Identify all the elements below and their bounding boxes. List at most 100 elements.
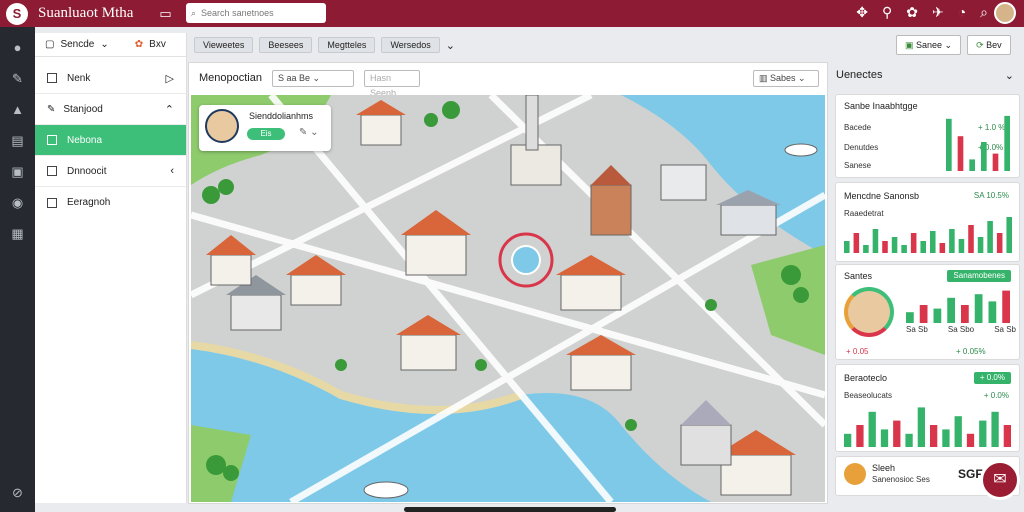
card-value: + 0.05: [846, 347, 869, 356]
profile-title: Sienddolianhms: [249, 111, 314, 121]
bar: [920, 241, 926, 253]
tools-icon[interactable]: ✎: [0, 63, 35, 94]
chevron-down-icon[interactable]: ⌄: [100, 39, 108, 50]
bar: [863, 245, 869, 253]
profile-popup[interactable]: Sienddolianhms Eis ✎ ⌄: [199, 105, 331, 151]
square-icon: [47, 73, 57, 83]
edit-icon[interactable]: ✎ ⌄: [299, 127, 319, 138]
sidebar-item-nenk[interactable]: Nenk ▷: [35, 63, 186, 94]
search-input[interactable]: ⌕ Search sanetnoes: [186, 3, 326, 23]
card3-x-labels: Sa Sb Sa Sbo Sa Sb: [906, 325, 1016, 334]
top-search-icon[interactable]: ⌕: [980, 4, 988, 21]
help-icon[interactable]: ⊘: [0, 477, 35, 508]
sidebar-item-label: Eeragnoh: [67, 197, 111, 208]
image-icon[interactable]: ▣: [0, 156, 35, 187]
boat: [784, 143, 818, 157]
filter-chip[interactable]: Beesees: [259, 37, 313, 53]
stats-card-3[interactable]: Santes Sanamobenes Sa Sb Sa Sbo Sa Sb + …: [835, 264, 1020, 360]
sort-select-value: Sabes: [770, 72, 796, 83]
right-panel: Uenectes ⌄ Sanbe Inaabhtgge Bacede Denut…: [832, 60, 1024, 512]
refresh-button-label: Bev: [986, 40, 1002, 50]
secondary-select-value: Hasn Seenb: [370, 72, 397, 98]
sort-select[interactable]: ▥ Sabes ⌄: [753, 69, 819, 87]
card-value: SA 10.5%: [973, 191, 1009, 200]
menu-grid-icon[interactable]: ▭: [159, 6, 171, 22]
boat: [363, 481, 409, 499]
sidebar-item-dnnoocit[interactable]: Dnnoocit ‹: [35, 156, 186, 187]
bar: [930, 231, 936, 253]
bar: [979, 420, 987, 447]
profile-icon[interactable]: ●: [0, 32, 35, 63]
chevron-down-icon[interactable]: ⌄: [446, 39, 455, 52]
bell-icon[interactable]: ◔: [958, 4, 966, 21]
bar: [882, 241, 888, 253]
stats-card-4[interactable]: Beraoteclo + 0.0% Beaseolucats + 0.0%: [835, 364, 1020, 452]
secondary-select[interactable]: Hasn Seenb: [364, 69, 420, 98]
sidebar-item-label: Stanjood: [63, 103, 103, 115]
view-select[interactable]: S aa Be ⌄: [272, 69, 354, 87]
building-icon[interactable]: ▲: [0, 94, 35, 125]
sidebar-item-eeragnoh[interactable]: Eeragnoh: [35, 187, 186, 218]
chat-button[interactable]: ✉: [980, 460, 1020, 500]
app-logo[interactable]: S: [6, 2, 28, 25]
sidebar-menu-icon[interactable]: ▢: [45, 39, 54, 50]
sidebar-header-right[interactable]: Bxv: [149, 39, 166, 50]
sidebar-item-label: Nebona: [67, 134, 103, 146]
card-row-label: Denutdes: [844, 143, 879, 152]
square-icon: [47, 166, 57, 176]
bar: [942, 429, 950, 447]
bar: [961, 305, 969, 323]
plane-icon[interactable]: ✈: [932, 4, 944, 21]
bar: [992, 153, 999, 171]
stats-card-2[interactable]: Mencdne Sanonsb SA 10.5% Raaedetrat: [835, 182, 1020, 262]
card-title: Mencdne Sanonsb: [844, 191, 920, 201]
filter-chip[interactable]: Vieweetes: [194, 37, 254, 53]
briefcase-icon[interactable]: ▦: [0, 218, 35, 249]
filter-button[interactable]: ▣ Sanee ⌄: [896, 35, 962, 55]
bar: [844, 241, 850, 253]
globe-icon[interactable]: ◉: [0, 187, 35, 218]
bar: [919, 305, 928, 323]
user-gauge-avatar: [844, 287, 894, 337]
chat-icon: ✉: [993, 471, 1007, 488]
bar: [933, 308, 942, 323]
card-title: Santes: [844, 271, 873, 281]
city-map[interactable]: Sienddolianhms Eis ✎ ⌄: [191, 95, 825, 502]
sidebar-header-label[interactable]: Sencde: [60, 39, 94, 50]
bar: [891, 237, 898, 253]
document-icon[interactable]: ▤: [0, 125, 35, 156]
grid-icon: ▣: [905, 40, 917, 50]
edit-icon: ✎: [47, 103, 56, 115]
sidebar-item-stanjood[interactable]: ✎ Stanjood ⌃: [35, 94, 186, 125]
bar: [981, 142, 987, 171]
filter-chip[interactable]: Wersedos: [381, 37, 440, 53]
axis-label: Sa Sb: [994, 325, 1016, 334]
bar: [949, 229, 955, 253]
bar: [977, 237, 984, 253]
bar: [988, 301, 997, 323]
sidebar-item-nebona[interactable]: Nebona: [35, 125, 186, 156]
city-map-image: [191, 95, 825, 502]
location-icon[interactable]: ⚲: [882, 4, 892, 21]
icon-rail: ● ✎ ▲ ▤ ▣ ◉ ▦ ⊘: [0, 27, 35, 512]
sidebar-item-label: Nenk: [67, 72, 91, 84]
bar: [991, 411, 999, 447]
bottom-scrollbar[interactable]: [404, 507, 616, 512]
coin-icon: [844, 463, 866, 485]
sidebar: ▢ Sencde ⌄ ✿ Bxv Nenk ▷ ✎ Stanjood ⌃ Nebona…: [35, 33, 187, 503]
apps-icon[interactable]: ✥: [856, 4, 868, 21]
bar: [946, 118, 952, 171]
axis-label: Sa Sbo: [947, 325, 975, 334]
card-title: Sanbe Inaabhtgge: [844, 101, 918, 111]
refresh-icon: ⟳: [976, 40, 987, 50]
play-icon: ▷: [165, 72, 174, 85]
user-avatar[interactable]: [994, 2, 1016, 24]
filter-chip[interactable]: Megtteles: [318, 37, 376, 53]
profile-toggle[interactable]: Eis: [247, 128, 285, 140]
bar: [1003, 425, 1011, 447]
stats-card-1[interactable]: Sanbe Inaabhtgge Bacede Denutdes Sanese …: [835, 94, 1020, 178]
chevron-down-icon[interactable]: ⌄: [1005, 69, 1014, 82]
refresh-button[interactable]: ⟳ Bev: [967, 35, 1011, 55]
card-subtitle: Sanenosioc Ses: [872, 475, 930, 484]
gift-icon[interactable]: ✿: [906, 4, 918, 21]
